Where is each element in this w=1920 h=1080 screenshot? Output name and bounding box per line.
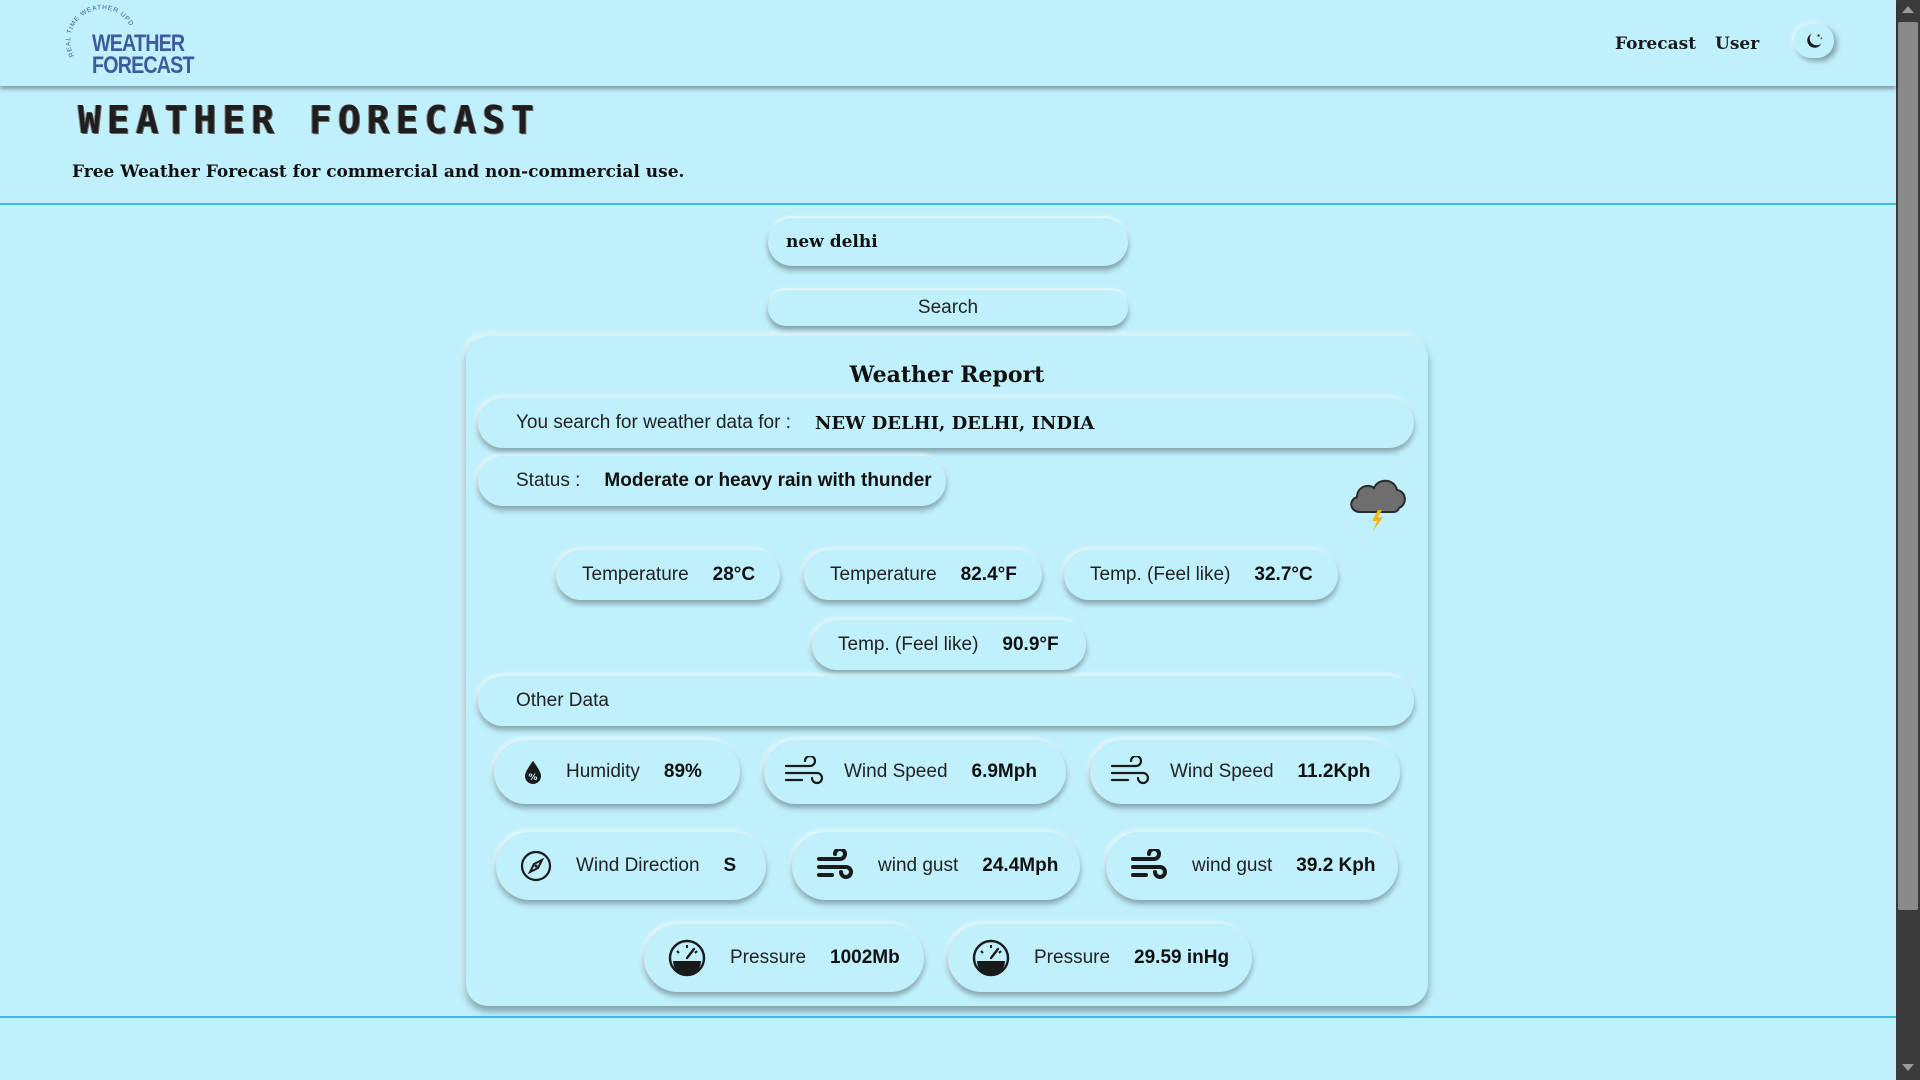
location-value: NEW DELHI, DELHI, INDIA — [814, 412, 1095, 434]
footer-divider — [0, 1016, 1896, 1018]
temp-c-pill: Temperature 28°C — [556, 550, 780, 600]
location-row: You search for weather data for : NEW DE… — [478, 398, 1414, 448]
status-value: Moderate or heavy rain with thunder — [604, 470, 932, 491]
wind-direction-value: S — [723, 855, 737, 876]
feel-c-value: 32.7°C — [1254, 564, 1313, 585]
theme-toggle-button[interactable] — [1794, 24, 1834, 58]
report-title: Weather Report — [849, 362, 1045, 388]
temp-c-value: 28°C — [712, 564, 756, 585]
scrollbar-thumb[interactable] — [1898, 22, 1918, 910]
logo-text-line2: FORECAST — [92, 52, 194, 79]
nav-user-link[interactable]: User — [1715, 34, 1759, 54]
nav-forecast-link[interactable]: Forecast — [1615, 34, 1696, 54]
thunderstorm-cloud-icon — [1350, 479, 1406, 531]
wind-gust-mph-label: wind gust — [878, 855, 959, 876]
status-label: Status : — [516, 470, 581, 491]
other-data-header: Other Data — [478, 676, 1414, 726]
wind-icon — [1110, 756, 1150, 788]
wind-icon — [784, 756, 824, 788]
scroll-up-arrow-icon[interactable] — [1902, 6, 1914, 13]
feel-f-label: Temp. (Feel like) — [838, 634, 979, 655]
wind-speed-mph-label: Wind Speed — [844, 761, 948, 782]
gauge-icon — [668, 939, 706, 977]
pressure-inhg-value: 29.59 inHg — [1134, 947, 1230, 968]
wind-direction-pill: Wind Direction S — [496, 832, 766, 900]
navbar: REAL TIME WEATHER UPDATE WEATHER FORECAS… — [0, 0, 1896, 86]
scroll-down-arrow-icon[interactable] — [1902, 1064, 1914, 1071]
temp-f-value: 82.4°F — [960, 564, 1017, 585]
moon-icon — [1807, 33, 1823, 48]
temp-f-pill: Temperature 82.4°F — [804, 550, 1042, 600]
wind-gust-kph-value: 39.2 Kph — [1296, 855, 1376, 876]
page-title: WEATHER FORECAST — [78, 98, 541, 142]
wind-gust-icon — [816, 849, 854, 883]
weather-report-card: Weather Report You search for weather da… — [466, 336, 1428, 1006]
status-row: Status : Moderate or heavy rain with thu… — [478, 456, 946, 506]
wind-speed-mph-value: 6.9Mph — [971, 761, 1037, 782]
wind-speed-kph-pill: Wind Speed 11.2Kph — [1090, 740, 1400, 804]
humidity-label: Humidity — [566, 761, 640, 782]
temp-f-label: Temperature — [830, 564, 937, 585]
feel-f-value: 90.9°F — [1002, 634, 1059, 655]
other-data-label: Other Data — [516, 690, 609, 711]
city-search-input[interactable] — [768, 218, 1128, 266]
wind-speed-kph-label: Wind Speed — [1170, 761, 1274, 782]
wind-gust-kph-label: wind gust — [1192, 855, 1273, 876]
humidity-pill: % Humidity 89% — [494, 740, 740, 804]
location-label: You search for weather data for : — [516, 412, 791, 433]
wind-direction-label: Wind Direction — [576, 855, 700, 876]
compass-icon — [520, 850, 552, 882]
site-logo[interactable]: REAL TIME WEATHER UPDATE WEATHER FORECAS… — [64, 4, 194, 82]
pressure-inhg-pill: Pressure 29.59 inHg — [948, 924, 1252, 992]
svg-text:%: % — [528, 773, 537, 783]
feel-f-pill: Temp. (Feel like) 90.9°F — [812, 620, 1086, 670]
pressure-mb-pill: Pressure 1002Mb — [644, 924, 924, 992]
wind-speed-kph-value: 11.2Kph — [1297, 761, 1371, 782]
feel-c-pill: Temp. (Feel like) 32.7°C — [1064, 550, 1338, 600]
temp-c-label: Temperature — [582, 564, 689, 585]
pressure-mb-label: Pressure — [730, 947, 807, 968]
wind-gust-mph-pill: wind gust 24.4Mph — [792, 832, 1080, 900]
humidity-value: 89% — [663, 761, 702, 782]
pressure-mb-value: 1002Mb — [830, 947, 900, 968]
wind-gust-kph-pill: wind gust 39.2 Kph — [1106, 832, 1398, 900]
feel-c-label: Temp. (Feel like) — [1090, 564, 1231, 585]
page-scrollbar[interactable] — [1896, 0, 1920, 1080]
humidity-drop-icon: % — [522, 759, 544, 785]
wind-speed-mph-pill: Wind Speed 6.9Mph — [764, 740, 1066, 804]
pressure-inhg-label: Pressure — [1034, 947, 1111, 968]
gauge-icon — [972, 939, 1010, 977]
search-button[interactable]: Search — [768, 290, 1128, 326]
page-subtitle: Free Weather Forecast for commercial and… — [72, 162, 685, 182]
header-divider — [0, 203, 1896, 205]
wind-gust-mph-value: 24.4Mph — [982, 855, 1059, 876]
wind-gust-icon — [1130, 849, 1168, 883]
